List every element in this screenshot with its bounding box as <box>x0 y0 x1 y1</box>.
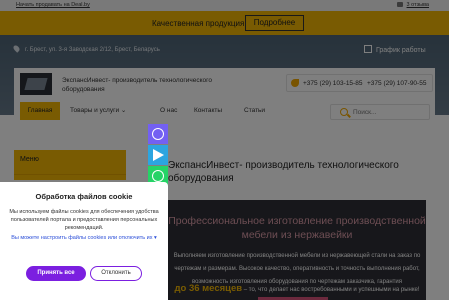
nav-contacts[interactable]: Контакты <box>194 102 222 120</box>
guarantee-tail: – то, что делает нас востребованными и у… <box>243 287 420 293</box>
promo-banner: Профессиональное изготовление производст… <box>168 200 426 300</box>
location-pin-icon <box>12 44 21 53</box>
telegram-button[interactable] <box>148 145 168 165</box>
telegram-icon <box>153 149 164 161</box>
cookie-dialog: Обработка файлов cookie Мы используем фа… <box>0 182 168 300</box>
schedule-link[interactable]: График работы <box>364 45 426 54</box>
phone-icon <box>291 79 299 87</box>
header-card: ЭкспансИнвест- производитель технологиче… <box>14 68 435 128</box>
chevron-down-icon: ⌄ <box>120 107 127 114</box>
promo-bar: Качественная продукция Подробнее <box>0 11 449 35</box>
banner-headline: Профессиональное изготовление производст… <box>168 215 426 241</box>
address-text: г. Брест, ул. 3-я Заводская 2/12, Брест,… <box>25 47 160 53</box>
promo-text: Качественная продукция <box>152 19 245 28</box>
phone-number-1[interactable]: +375 (29) 103-15-85 <box>303 80 362 87</box>
cookie-text: Мы используем файлы cookies для обеспече… <box>9 209 159 231</box>
viber-button[interactable] <box>148 124 168 144</box>
cookie-title: Обработка файлов cookie <box>35 192 133 201</box>
page-title: ЭкспансИнвест- производитель технологиче… <box>168 160 399 184</box>
whatsapp-icon <box>152 170 164 182</box>
sidebar-menu-label: Меню <box>20 156 39 163</box>
viber-icon <box>152 128 164 140</box>
sell-on-deal-link[interactable]: Начать продавать на Deal.by <box>16 2 90 8</box>
promo-more-button[interactable]: Подробнее <box>245 15 304 31</box>
nav-home[interactable]: Главная <box>20 102 60 120</box>
logo-mark <box>24 78 48 90</box>
phone-number-2[interactable]: +375 (29) 107-90-55 <box>367 80 426 87</box>
reviews-link[interactable]: 3 отзыва <box>407 2 429 8</box>
sidebar-menu[interactable]: Меню <box>14 150 126 180</box>
address: г. Брест, ул. 3-я Заводская 2/12, Брест,… <box>12 44 160 53</box>
guarantee-value: до 36 месяцев <box>174 283 243 294</box>
divider <box>14 174 126 175</box>
chat-icon <box>397 2 403 7</box>
top-bar: Начать продавать на Deal.by 3 отзыва <box>0 0 449 11</box>
nav-articles[interactable]: Статьи <box>244 102 265 120</box>
banner-guarantee: до 36 месяцев – то, что делает нас востр… <box>168 283 426 294</box>
nav-about[interactable]: О нас <box>160 102 177 120</box>
nav-services-label: Товары и услуги <box>70 107 120 114</box>
accept-all-button[interactable]: Принять все <box>26 266 86 281</box>
search-box[interactable] <box>330 104 430 120</box>
cookie-settings-link[interactable]: Вы можете настроить файлы cookies или от… <box>10 234 158 242</box>
company-logo[interactable] <box>20 73 52 95</box>
company-name: ЭкспансИнвест- производитель технологиче… <box>62 77 212 93</box>
calendar-icon <box>364 45 372 53</box>
nav-services[interactable]: Товары и услуги ⌄ <box>70 102 126 120</box>
search-input[interactable] <box>353 107 427 118</box>
phones-box[interactable]: +375 (29) 103-15-85 +375 (29) 107-90-55 <box>286 74 433 92</box>
search-icon <box>340 108 348 116</box>
decline-button[interactable]: Отклонить <box>90 266 142 281</box>
schedule-label: График работы <box>376 47 426 54</box>
